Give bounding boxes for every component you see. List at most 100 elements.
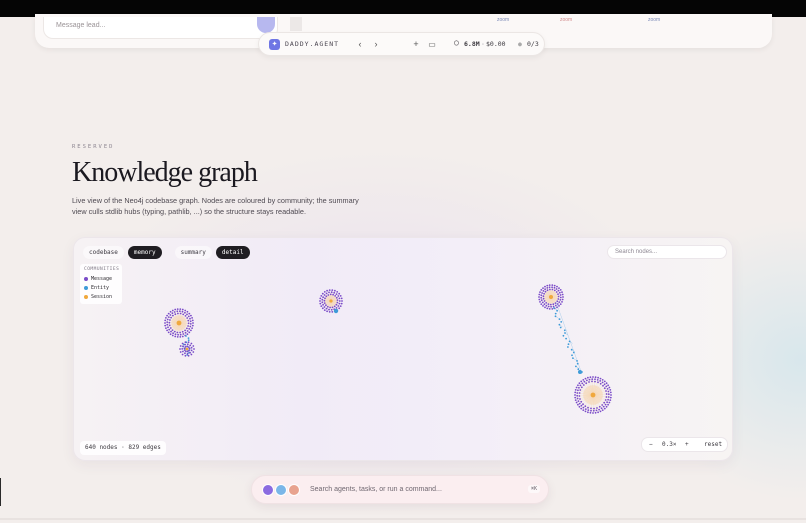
chat-icon[interactable]: ▭ bbox=[426, 38, 438, 51]
message-node[interactable] bbox=[188, 347, 191, 350]
entity-node[interactable] bbox=[187, 337, 190, 339]
message-node[interactable] bbox=[548, 286, 551, 289]
message-node[interactable] bbox=[335, 296, 338, 299]
message-node[interactable] bbox=[179, 310, 181, 313]
message-node[interactable] bbox=[184, 331, 187, 334]
message-node[interactable] bbox=[181, 353, 184, 356]
message-node[interactable] bbox=[591, 378, 594, 381]
message-node[interactable] bbox=[602, 384, 604, 387]
session-node[interactable] bbox=[590, 392, 596, 398]
message-node[interactable] bbox=[166, 318, 169, 321]
message-node[interactable] bbox=[556, 300, 559, 303]
message-node[interactable] bbox=[580, 386, 583, 389]
message-node[interactable] bbox=[580, 404, 583, 407]
message-node[interactable] bbox=[340, 302, 343, 305]
message-node[interactable] bbox=[333, 305, 336, 308]
message-node[interactable] bbox=[561, 293, 564, 296]
message-node[interactable] bbox=[558, 301, 561, 303]
message-node[interactable] bbox=[176, 336, 179, 338]
message-node[interactable] bbox=[544, 290, 547, 293]
message-node[interactable] bbox=[174, 313, 177, 316]
message-node[interactable] bbox=[177, 333, 179, 336]
message-node[interactable] bbox=[552, 303, 555, 306]
message-node[interactable] bbox=[542, 305, 544, 307]
message-node[interactable] bbox=[187, 341, 190, 344]
message-node[interactable] bbox=[187, 354, 190, 357]
message-node[interactable] bbox=[179, 331, 181, 334]
message-node[interactable] bbox=[577, 403, 579, 406]
message-node[interactable] bbox=[577, 389, 579, 392]
message-node[interactable] bbox=[191, 319, 194, 322]
message-node[interactable] bbox=[187, 325, 189, 327]
message-node[interactable] bbox=[588, 381, 590, 383]
message-node[interactable] bbox=[544, 306, 546, 309]
message-node[interactable] bbox=[166, 321, 169, 323]
message-node[interactable] bbox=[338, 300, 341, 302]
message-node[interactable] bbox=[576, 392, 579, 394]
message-node[interactable] bbox=[604, 399, 607, 401]
message-node[interactable] bbox=[193, 348, 195, 350]
message-node[interactable] bbox=[582, 409, 585, 411]
message-node[interactable] bbox=[323, 299, 326, 302]
message-node[interactable] bbox=[580, 407, 583, 410]
message-node[interactable] bbox=[540, 289, 543, 291]
message-node[interactable] bbox=[605, 405, 608, 408]
message-node[interactable] bbox=[589, 411, 592, 414]
message-node[interactable] bbox=[336, 299, 339, 301]
message-node[interactable] bbox=[169, 319, 171, 321]
message-node[interactable] bbox=[181, 310, 184, 313]
message-node[interactable] bbox=[336, 301, 339, 304]
message-node[interactable] bbox=[164, 322, 166, 324]
message-node[interactable] bbox=[600, 407, 603, 410]
message-node[interactable] bbox=[582, 379, 585, 381]
message-node[interactable] bbox=[554, 304, 557, 307]
message-node[interactable] bbox=[539, 291, 541, 293]
message-node[interactable] bbox=[179, 336, 182, 338]
message-node[interactable] bbox=[187, 346, 190, 348]
message-node[interactable] bbox=[561, 291, 563, 293]
message-node[interactable] bbox=[328, 291, 330, 294]
message-node[interactable] bbox=[319, 300, 321, 302]
message-node[interactable] bbox=[184, 315, 187, 317]
message-node[interactable] bbox=[542, 287, 544, 289]
message-node[interactable] bbox=[323, 294, 326, 296]
message-node[interactable] bbox=[181, 342, 184, 345]
tab-memory[interactable]: memory bbox=[127, 246, 162, 259]
message-node[interactable] bbox=[546, 284, 549, 287]
message-node[interactable] bbox=[556, 303, 559, 305]
message-node[interactable] bbox=[596, 407, 598, 409]
message-node[interactable] bbox=[557, 293, 559, 295]
message-node[interactable] bbox=[574, 389, 577, 391]
message-node[interactable] bbox=[578, 402, 581, 405]
message-node[interactable] bbox=[182, 313, 185, 316]
message-node[interactable] bbox=[328, 311, 331, 313]
message-node[interactable] bbox=[176, 331, 179, 334]
message-node[interactable] bbox=[320, 295, 323, 297]
message-node[interactable] bbox=[190, 349, 193, 352]
message-node[interactable] bbox=[184, 341, 187, 344]
message-node[interactable] bbox=[165, 327, 167, 329]
message-node[interactable] bbox=[540, 299, 543, 302]
message-node[interactable] bbox=[556, 285, 558, 288]
message-node[interactable] bbox=[176, 308, 179, 310]
message-node[interactable] bbox=[190, 329, 192, 332]
message-node[interactable] bbox=[546, 289, 549, 292]
message-node[interactable] bbox=[576, 397, 579, 400]
message-node[interactable] bbox=[580, 400, 583, 403]
message-node[interactable] bbox=[181, 335, 184, 338]
entity-node[interactable] bbox=[556, 309, 558, 312]
message-node[interactable] bbox=[584, 377, 587, 380]
message-node[interactable] bbox=[192, 322, 194, 324]
entity-node[interactable] bbox=[554, 312, 557, 315]
message-node[interactable] bbox=[603, 401, 606, 404]
message-node[interactable] bbox=[581, 382, 584, 385]
message-node[interactable] bbox=[551, 286, 553, 289]
message-node[interactable] bbox=[603, 380, 606, 383]
message-node[interactable] bbox=[187, 322, 190, 325]
message-node[interactable] bbox=[167, 316, 170, 318]
message-node[interactable] bbox=[338, 302, 341, 305]
message-node[interactable] bbox=[555, 291, 558, 293]
entity-node[interactable] bbox=[577, 368, 580, 371]
entity-node[interactable] bbox=[559, 326, 562, 329]
message-node[interactable] bbox=[169, 314, 172, 316]
